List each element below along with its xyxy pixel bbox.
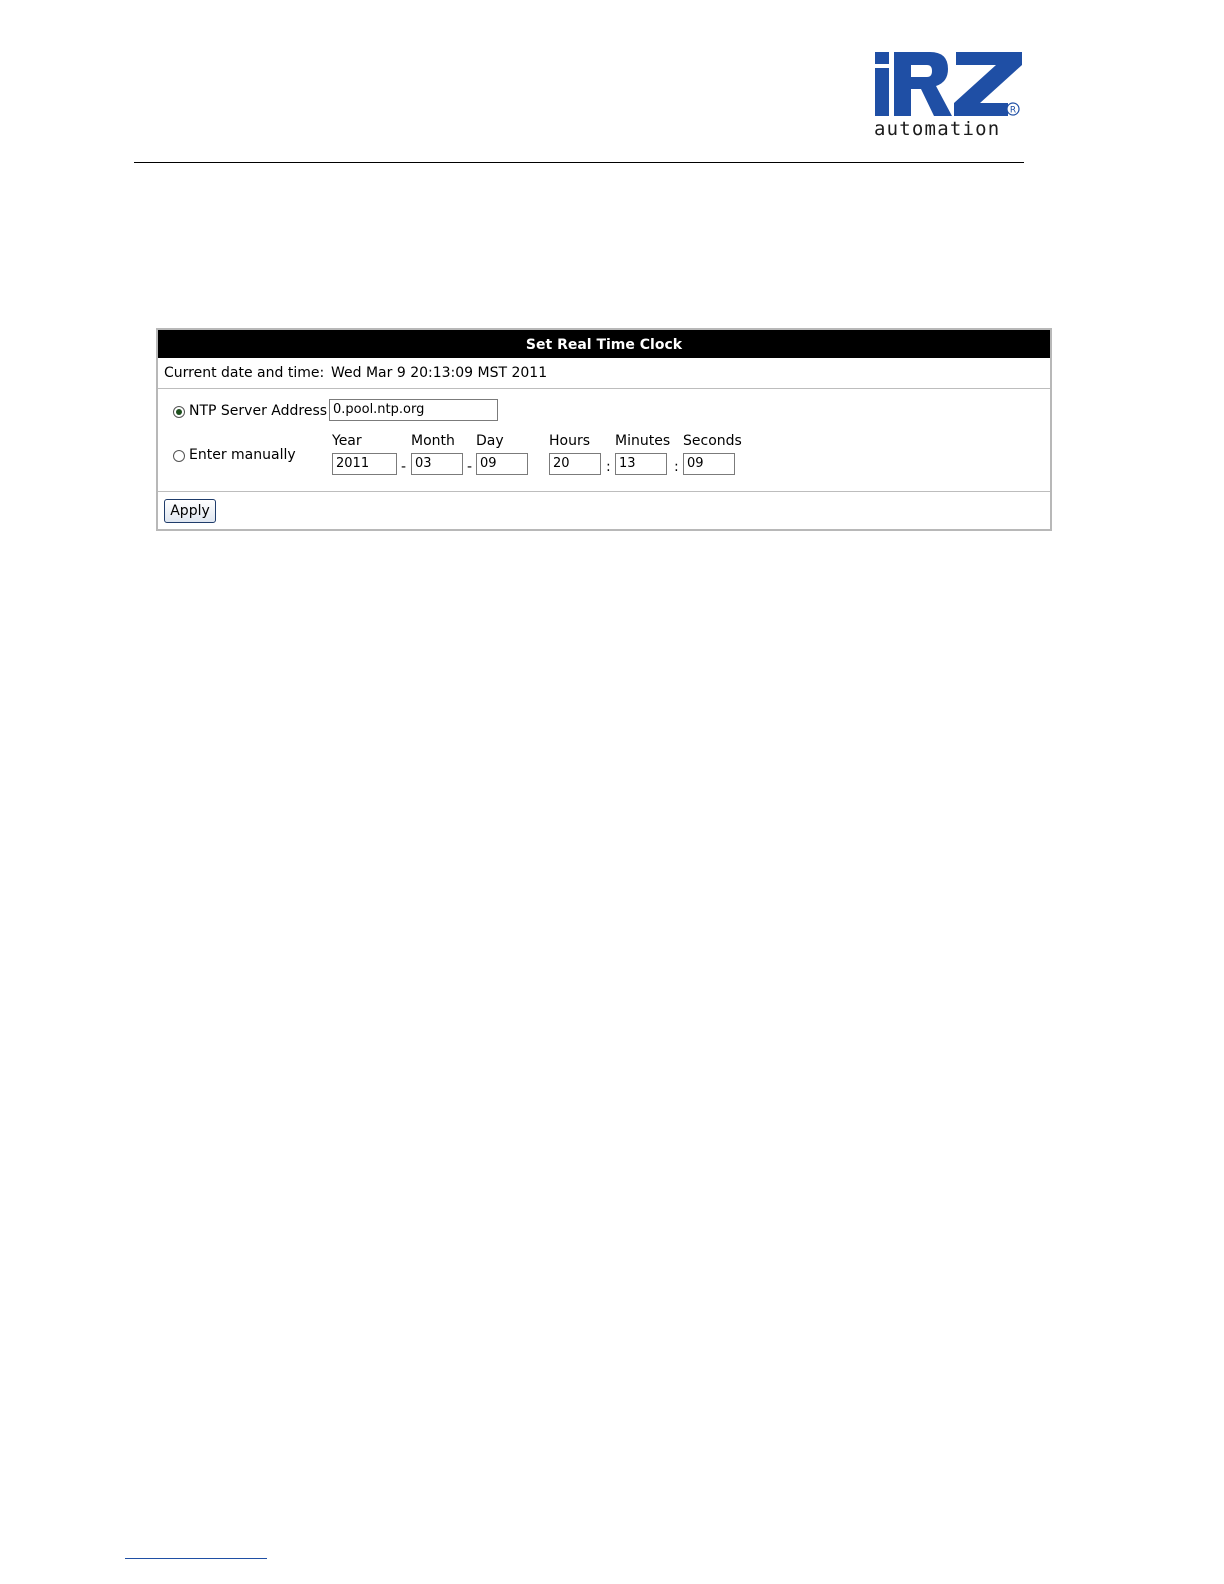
footer-link-underline[interactable]	[125, 1558, 267, 1559]
ntp-label[interactable]: NTP Server Address	[189, 403, 327, 419]
logo-tagline: automation	[874, 118, 1001, 140]
panel-title: Set Real Time Clock	[158, 330, 1050, 358]
ntp-server-input[interactable]: 0.pool.ntp.org	[329, 399, 498, 421]
hours-input[interactable]: 20	[549, 453, 601, 475]
ntp-radio[interactable]	[173, 406, 185, 418]
manual-label[interactable]: Enter manually	[189, 447, 296, 463]
time-separator: :	[674, 459, 679, 475]
minutes-label: Minutes	[615, 433, 671, 449]
seconds-label: Seconds	[683, 433, 742, 449]
month-input[interactable]: 03	[411, 453, 463, 475]
date-separator: -	[401, 459, 407, 475]
month-label: Month	[411, 433, 455, 449]
minutes-input[interactable]: 13	[615, 453, 667, 475]
header-divider	[134, 162, 1024, 163]
time-separator: :	[606, 459, 611, 475]
set-rtc-panel: Set Real Time Clock Current date and tim…	[156, 328, 1052, 531]
actions-row: Apply	[158, 492, 1050, 529]
seconds-input[interactable]: 09	[683, 453, 735, 475]
current-datetime-label: Current date and time:	[164, 365, 325, 381]
svg-text:R: R	[1010, 106, 1016, 116]
apply-button[interactable]: Apply	[164, 499, 216, 523]
time-source-row: NTP Server Address 0.pool.ntp.org Enter …	[158, 389, 1050, 492]
current-datetime-value: Wed Mar 9 20:13:09 MST 2011	[331, 365, 548, 381]
hours-label: Hours	[549, 433, 591, 449]
current-datetime-row: Current date and time: Wed Mar 9 20:13:0…	[158, 358, 1050, 389]
date-separator: -	[467, 459, 473, 475]
year-input[interactable]: 2011	[332, 453, 397, 475]
irz-logo: R automation	[872, 50, 1024, 142]
year-label: Year	[332, 433, 362, 449]
irz-wordmark-logo: R	[875, 52, 1022, 116]
day-label: Day	[476, 433, 504, 449]
manual-radio[interactable]	[173, 450, 185, 462]
day-input[interactable]: 09	[476, 453, 528, 475]
